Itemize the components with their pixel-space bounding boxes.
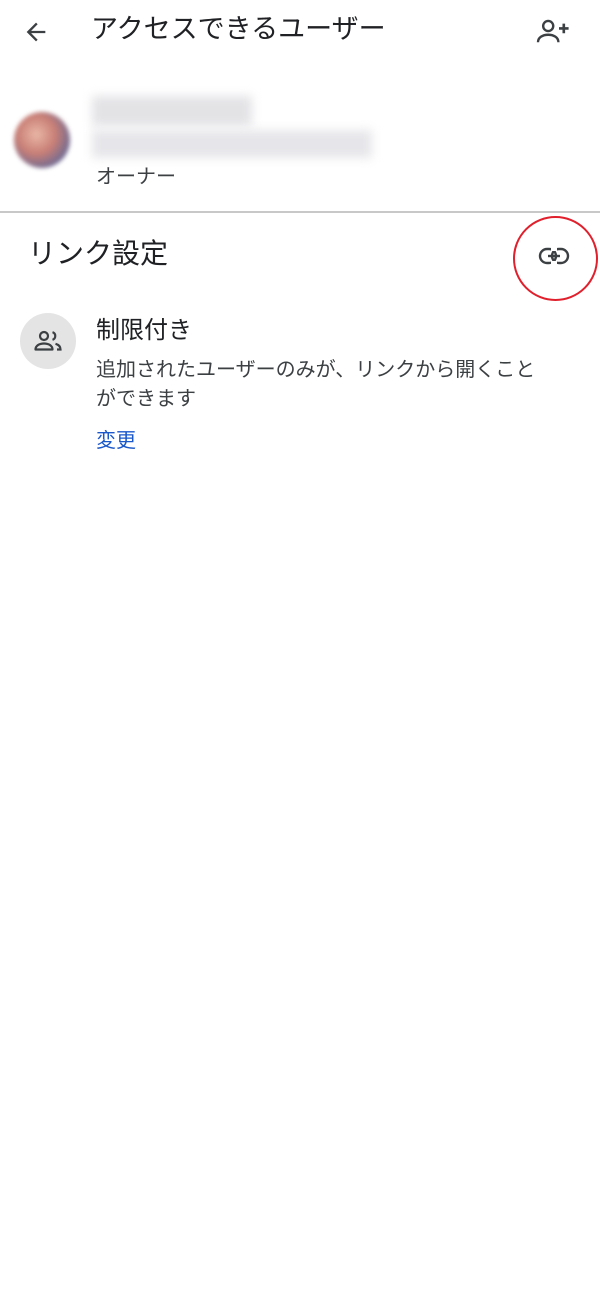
people-icon: [34, 330, 62, 351]
restricted-description: 追加されたユーザーのみが、リンクから開くことができます: [96, 357, 536, 410]
owner-row[interactable]: ■■■■■ ■■■■■■■■■■■■■■■■■■■ オーナー: [0, 90, 600, 200]
link-settings-header: リンク設定: [0, 215, 600, 295]
change-link[interactable]: 変更: [96, 425, 136, 455]
highlight-circle-annotation: [513, 216, 598, 301]
arrow-left-icon: [26, 22, 46, 42]
link-settings-title: リンク設定: [28, 237, 169, 270]
owner-role: オーナー: [96, 164, 176, 188]
owner-name: ■■■■■: [92, 96, 252, 126]
person-add-icon: [536, 19, 569, 43]
avatar: [14, 112, 70, 168]
back-button[interactable]: [14, 10, 58, 54]
add-person-button[interactable]: [530, 10, 576, 54]
owner-email: ■■■■■■■■■■■■■■■■■■■: [92, 130, 372, 158]
page-title: アクセスできるユーザー: [91, 14, 386, 45]
people-avatar: [20, 313, 76, 369]
app-bar: アクセスできるユーザー: [0, 0, 600, 62]
divider: [0, 211, 600, 213]
restricted-title: 制限付き: [96, 316, 192, 344]
restricted-access-row: 制限付き 追加されたユーザーのみが、リンクから開くことができます 変更: [0, 305, 600, 465]
